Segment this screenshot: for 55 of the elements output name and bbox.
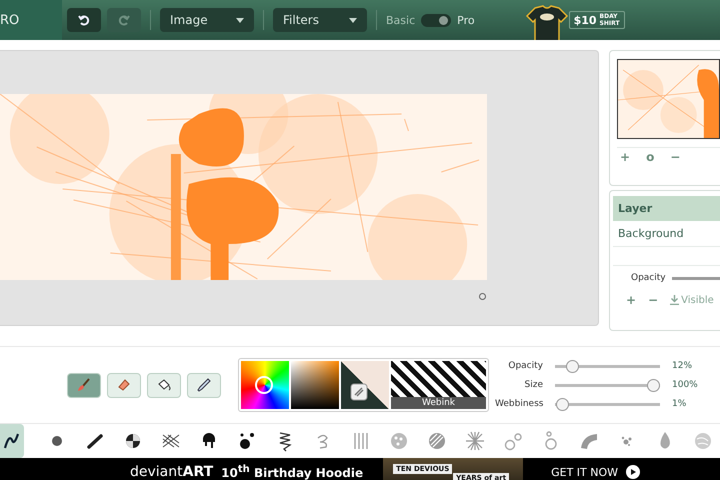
zoom-button[interactable]: o bbox=[643, 150, 658, 164]
slider-value: 100% bbox=[672, 380, 698, 390]
color-swatch[interactable] bbox=[341, 361, 389, 409]
app-title: RO bbox=[0, 0, 62, 40]
slider-value: 12% bbox=[672, 361, 692, 371]
resize-handle[interactable] bbox=[479, 293, 486, 300]
zoom-button[interactable]: + bbox=[617, 150, 634, 164]
eraser-icon bbox=[116, 377, 132, 393]
ad-title: 10$^{th}$ Birthday Hoodie bbox=[221, 464, 364, 480]
brush-icon bbox=[388, 430, 410, 452]
hue-wheel[interactable] bbox=[241, 361, 289, 409]
eyedropper-tool[interactable] bbox=[187, 372, 221, 398]
brush-icon bbox=[692, 430, 714, 452]
menu-dropdown[interactable]: Image bbox=[160, 8, 254, 32]
brush-preset[interactable] bbox=[0, 424, 24, 458]
undo-icon bbox=[78, 14, 90, 26]
brush-tool[interactable] bbox=[67, 372, 101, 398]
undo-button[interactable] bbox=[67, 8, 101, 32]
brush-icon bbox=[464, 430, 486, 452]
play-icon bbox=[626, 465, 640, 479]
layer-button[interactable]: − bbox=[645, 293, 662, 307]
opacity-slider[interactable] bbox=[672, 276, 720, 280]
caret-icon bbox=[236, 18, 244, 22]
mode-toggle[interactable] bbox=[421, 14, 452, 26]
promo-price: $10 bbox=[574, 14, 597, 26]
swap-colors-icon bbox=[350, 383, 368, 401]
shade-picker[interactable] bbox=[291, 361, 339, 409]
bucket-icon bbox=[156, 377, 172, 393]
eraser-tool[interactable] bbox=[107, 372, 141, 398]
layer-button[interactable]: + bbox=[623, 293, 640, 307]
zoom-button[interactable]: − bbox=[667, 150, 684, 164]
texture-label: Webink bbox=[391, 397, 486, 409]
mode-label[interactable]: Pro bbox=[457, 14, 475, 26]
ad-brand: deviantART bbox=[130, 464, 214, 480]
layer-header: Layer bbox=[613, 196, 720, 221]
download-icon bbox=[670, 295, 680, 305]
slider-thumb[interactable] bbox=[566, 360, 580, 372]
fill-tool[interactable] bbox=[147, 372, 181, 398]
texture-swatch[interactable]: Webink bbox=[391, 361, 486, 409]
redo-icon bbox=[118, 14, 130, 26]
get-it-now-link[interactable]: GET IT NOW bbox=[551, 466, 618, 478]
slider-label: Size bbox=[524, 380, 543, 390]
opacity-label: Opacity bbox=[631, 273, 666, 283]
brush-icon bbox=[76, 377, 92, 393]
slider-label: Webbiness bbox=[495, 399, 543, 409]
eyedropper-icon bbox=[196, 377, 212, 393]
slider-thumb[interactable] bbox=[556, 398, 569, 410]
slider-thumb[interactable] bbox=[647, 378, 660, 392]
slider-label: Opacity bbox=[507, 361, 543, 371]
slider-value: 1% bbox=[672, 399, 686, 409]
menu-dropdown[interactable]: Filters bbox=[273, 8, 367, 32]
mode-label[interactable]: Basic bbox=[386, 14, 416, 26]
caret-icon bbox=[349, 18, 357, 22]
brush-icon bbox=[426, 430, 448, 452]
layer-row[interactable]: Background bbox=[613, 221, 720, 247]
